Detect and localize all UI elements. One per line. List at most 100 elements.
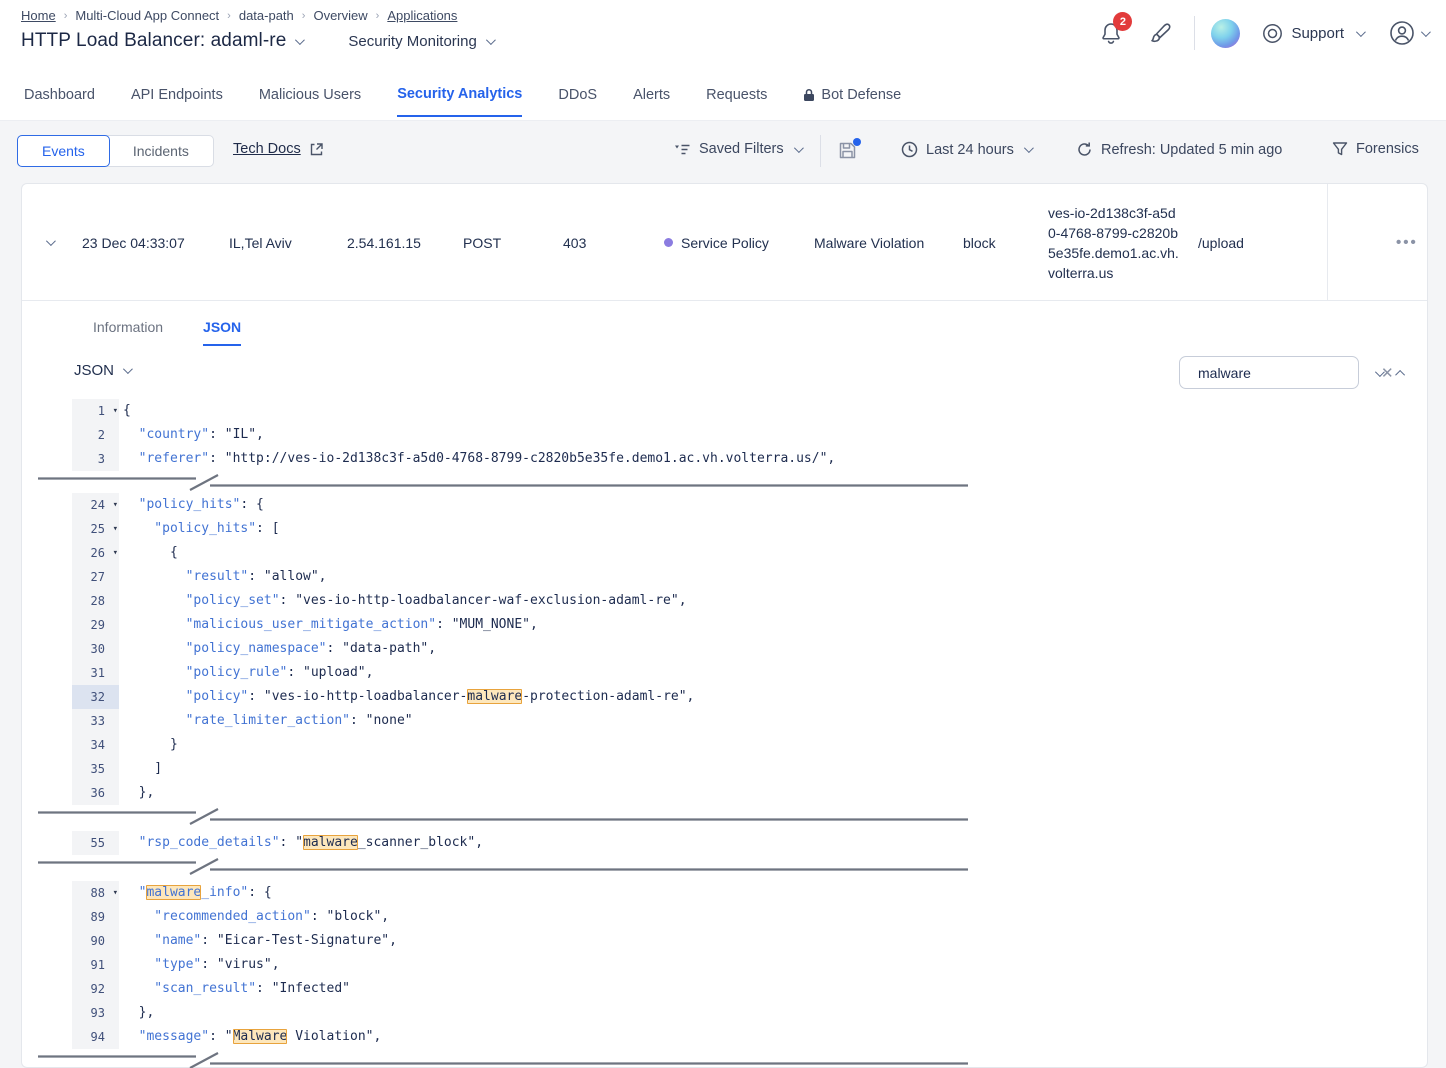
service-policy-dot-icon — [664, 238, 673, 247]
json-code-view: 1▾{2"country": "IL",3"referer": "http://… — [22, 399, 1427, 1068]
code-line: 36}, — [22, 781, 1427, 805]
event-method: POST — [463, 184, 501, 301]
json-search-input[interactable] — [1198, 365, 1379, 381]
line-number: 31 — [72, 661, 119, 685]
refresh-label: Refresh: Updated 5 min ago — [1101, 142, 1282, 158]
fold-toggle-icon[interactable]: ▾ — [113, 541, 118, 565]
line-number: 2 — [72, 423, 119, 447]
json-search-box[interactable]: ✕ — [1179, 356, 1359, 389]
refresh-button[interactable]: Refresh: Updated 5 min ago — [1076, 141, 1282, 158]
title-dropdown-chevron-icon[interactable] — [295, 35, 305, 45]
line-number: 32 — [72, 685, 119, 709]
collapsed-lines-separator[interactable] — [22, 1049, 1427, 1068]
breadcrumb-item[interactable]: Applications — [387, 8, 457, 23]
fold-toggle-icon[interactable]: ▾ — [113, 517, 118, 541]
event-domain: ves-io-2d138c3f-a5d0-4768-8799-c2820b5e3… — [1048, 184, 1180, 301]
forensics-button[interactable]: Forensics — [1332, 141, 1419, 157]
events-toggle-button[interactable]: Events — [17, 135, 110, 167]
account-chevron-icon — [1421, 27, 1431, 37]
code-line: 3"referer": "http://ves-io-2d138c3f-a5d0… — [22, 447, 1427, 471]
code-line: 88▾"malware_info": { — [22, 881, 1427, 905]
support-label: Support — [1291, 25, 1344, 42]
collapsed-lines-separator[interactable] — [22, 855, 1427, 881]
toolbar-divider — [820, 135, 821, 167]
account-menu[interactable] — [1389, 20, 1428, 46]
page-header: Home›Multi-Cloud App Connect›data-path›O… — [0, 0, 1446, 121]
page-title: HTTP Load Balancer: adaml-re — [21, 30, 286, 52]
subnav-chevron-icon[interactable] — [486, 35, 496, 45]
unsaved-changes-dot — [853, 138, 861, 146]
clock-icon — [901, 141, 918, 158]
tab-malicious-users[interactable]: Malicious Users — [259, 86, 361, 117]
tech-docs-link[interactable]: Tech Docs — [233, 141, 324, 157]
search-match-highlight: malware — [467, 689, 522, 704]
collapsed-lines-separator[interactable] — [22, 805, 1427, 831]
breadcrumb-separator: › — [302, 10, 306, 22]
line-number: 3 — [72, 447, 119, 471]
line-number: 27 — [72, 565, 119, 589]
row-expand-chevron[interactable] — [46, 184, 53, 301]
event-source-ip: 2.54.161.15 — [347, 184, 421, 301]
search-match-highlight: malware — [146, 885, 201, 900]
tab-dashboard[interactable]: Dashboard — [24, 86, 95, 117]
line-number: 93 — [72, 1001, 119, 1025]
json-format-select[interactable]: JSON — [74, 362, 130, 379]
detail-tab-json[interactable]: JSON — [203, 319, 241, 346]
analytics-toolbar: Events Incidents Tech Docs Saved Filters — [0, 135, 1446, 167]
incidents-toggle-button[interactable]: Incidents — [109, 136, 213, 166]
line-number: 26▾ — [72, 541, 119, 565]
tab-requests[interactable]: Requests — [706, 86, 767, 117]
event-type: Service Policy — [664, 184, 769, 301]
save-filter-button[interactable] — [838, 141, 857, 160]
refresh-icon — [1076, 141, 1093, 158]
code-line: 27"result": "allow", — [22, 565, 1427, 589]
row-actions-menu[interactable]: ••• — [1396, 184, 1418, 301]
format-select-chevron-icon — [123, 364, 133, 374]
saved-filters-chevron-icon — [794, 143, 804, 153]
code-line: 94"message": "Malware Violation", — [22, 1025, 1427, 1049]
header-divider — [1194, 16, 1195, 50]
notifications-button[interactable]: 2 — [1094, 16, 1128, 50]
breadcrumb-item: Multi-Cloud App Connect — [75, 8, 219, 23]
detail-tab-information[interactable]: Information — [93, 319, 163, 346]
time-range-dropdown[interactable]: Last 24 hours — [901, 141, 1031, 158]
line-number: 34 — [72, 733, 119, 757]
fold-toggle-icon[interactable]: ▾ — [113, 881, 118, 905]
search-next-match-button[interactable] — [1375, 364, 1382, 382]
tab-api-endpoints[interactable]: API Endpoints — [131, 86, 223, 117]
fold-toggle-icon[interactable]: ▾ — [113, 493, 118, 517]
event-table-row[interactable]: 23 Dec 04:33:07 IL,Tel Aviv 2.54.161.15 … — [22, 184, 1427, 301]
code-line: 34} — [22, 733, 1427, 757]
customize-button[interactable] — [1144, 16, 1178, 50]
code-line: 55"rsp_code_details": "malware_scanner_b… — [22, 831, 1427, 855]
line-number: 88▾ — [72, 881, 119, 905]
security-monitoring-select[interactable]: Security Monitoring — [348, 33, 476, 50]
fold-toggle-icon[interactable]: ▾ — [113, 399, 118, 423]
line-number: 30 — [72, 637, 119, 661]
external-link-icon — [309, 142, 324, 157]
code-line: 33"rate_limiter_action": "none" — [22, 709, 1427, 733]
code-line: 26▾{ — [22, 541, 1427, 565]
ai-assistant-icon[interactable] — [1211, 19, 1240, 48]
line-number: 94 — [72, 1025, 119, 1049]
main-nav-tabs: Dashboard API Endpoints Malicious Users Sec… — [24, 86, 901, 117]
collapsed-lines-separator[interactable] — [22, 471, 1427, 493]
search-prev-match-button[interactable] — [1398, 364, 1405, 382]
time-range-chevron-icon — [1024, 143, 1034, 153]
account-icon — [1389, 20, 1415, 46]
event-timestamp: 23 Dec 04:33:07 — [82, 184, 185, 301]
event-response-code: 403 — [563, 184, 586, 301]
tab-bot-defense[interactable]: Bot Defense — [803, 86, 901, 117]
breadcrumb-item: Overview — [313, 8, 367, 23]
brush-icon — [1149, 21, 1173, 45]
support-menu[interactable]: Support — [1262, 23, 1363, 44]
saved-filters-dropdown[interactable]: Saved Filters — [674, 141, 801, 157]
tab-ddos[interactable]: DDoS — [558, 86, 597, 117]
line-number: 29 — [72, 613, 119, 637]
event-location: IL,Tel Aviv — [229, 184, 292, 301]
tab-alerts[interactable]: Alerts — [633, 86, 670, 117]
tab-security-analytics[interactable]: Security Analytics — [397, 86, 522, 117]
breadcrumb-item[interactable]: Home — [21, 8, 56, 23]
breadcrumb: Home›Multi-Cloud App Connect›data-path›O… — [21, 8, 457, 23]
forensics-label: Forensics — [1356, 141, 1419, 157]
